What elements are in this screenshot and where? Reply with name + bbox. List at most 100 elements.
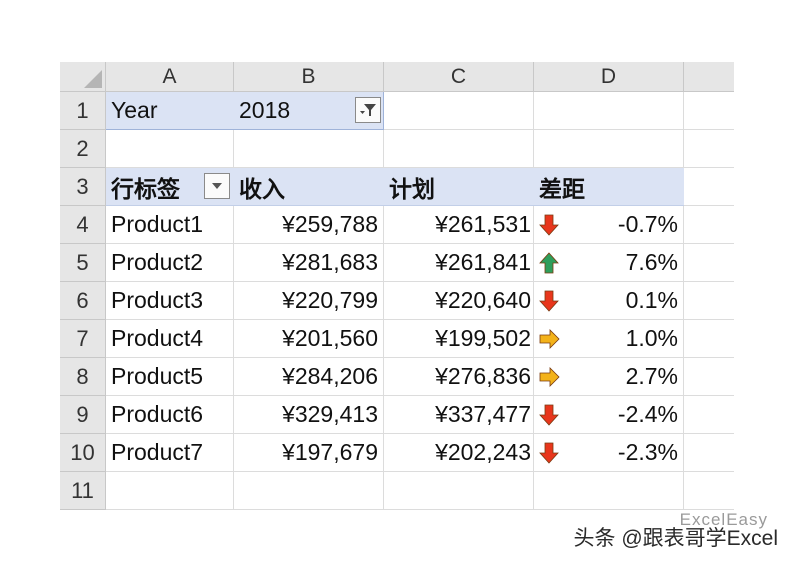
revenue-cell[interactable]: ¥197,679 bbox=[234, 434, 384, 472]
empty-cell[interactable] bbox=[684, 130, 734, 168]
gap-value: -2.4% bbox=[617, 401, 678, 427]
empty-cell[interactable] bbox=[534, 92, 684, 130]
row-labels-text: 行标签 bbox=[111, 175, 180, 202]
product-name-cell[interactable]: Product5 bbox=[106, 358, 234, 396]
empty-cell[interactable] bbox=[234, 472, 384, 510]
product-name-cell[interactable]: Product2 bbox=[106, 244, 234, 282]
empty-cell[interactable] bbox=[684, 168, 734, 206]
empty-cell[interactable] bbox=[684, 282, 734, 320]
table-row: 4 Product1 ¥259,788 ¥261,531 -0.7% bbox=[60, 206, 734, 244]
plan-cell[interactable]: ¥261,531 bbox=[384, 206, 534, 244]
spreadsheet-grid: A B C D 1 Year 2018 2 3 行标签 收入 计划 差距 4 P… bbox=[60, 62, 734, 510]
plan-value: ¥202,243 bbox=[435, 439, 531, 465]
gap-cell[interactable]: 2.7% bbox=[534, 358, 684, 396]
filter-value-cell[interactable]: 2018 bbox=[234, 92, 384, 130]
empty-cell[interactable] bbox=[384, 92, 534, 130]
plan-cell[interactable]: ¥220,640 bbox=[384, 282, 534, 320]
plan-cell[interactable]: ¥261,841 bbox=[384, 244, 534, 282]
empty-cell[interactable] bbox=[106, 472, 234, 510]
product-name-cell[interactable]: Product1 bbox=[106, 206, 234, 244]
filter-value: 2018 bbox=[239, 97, 291, 123]
revenue-cell[interactable]: ¥284,206 bbox=[234, 358, 384, 396]
revenue-header[interactable]: 收入 bbox=[234, 168, 384, 206]
plan-value: ¥199,502 bbox=[435, 325, 531, 351]
gap-cell[interactable]: -0.7% bbox=[534, 206, 684, 244]
revenue-cell[interactable]: ¥281,683 bbox=[234, 244, 384, 282]
row-header-8[interactable]: 8 bbox=[60, 358, 106, 396]
plan-cell[interactable]: ¥276,836 bbox=[384, 358, 534, 396]
table-row: 2 bbox=[60, 130, 734, 168]
empty-cell[interactable] bbox=[234, 130, 384, 168]
empty-cell[interactable] bbox=[534, 130, 684, 168]
arrow-down-red-icon bbox=[534, 441, 560, 465]
select-all-corner[interactable] bbox=[60, 62, 106, 92]
row-header-10[interactable]: 10 bbox=[60, 434, 106, 472]
gap-value: 2.7% bbox=[625, 363, 678, 389]
revenue-cell[interactable]: ¥201,560 bbox=[234, 320, 384, 358]
gap-header[interactable]: 差距 bbox=[534, 168, 684, 206]
column-header-row: A B C D bbox=[60, 62, 734, 92]
empty-cell[interactable] bbox=[684, 396, 734, 434]
product-name-cell[interactable]: Product6 bbox=[106, 396, 234, 434]
row-header-6[interactable]: 6 bbox=[60, 282, 106, 320]
row-header-2[interactable]: 2 bbox=[60, 130, 106, 168]
empty-cell[interactable] bbox=[106, 130, 234, 168]
dropdown-arrow-icon bbox=[212, 183, 222, 189]
plan-cell[interactable]: ¥199,502 bbox=[384, 320, 534, 358]
gap-cell[interactable]: 0.1% bbox=[534, 282, 684, 320]
gap-value: -0.7% bbox=[617, 211, 678, 237]
empty-cell[interactable] bbox=[534, 472, 684, 510]
row-header-4[interactable]: 4 bbox=[60, 206, 106, 244]
empty-cell[interactable] bbox=[684, 92, 734, 130]
plan-header[interactable]: 计划 bbox=[384, 168, 534, 206]
row-header-9[interactable]: 9 bbox=[60, 396, 106, 434]
gap-value: 1.0% bbox=[625, 325, 678, 351]
table-row: 5 Product2 ¥281,683 ¥261,841 7.6% bbox=[60, 244, 734, 282]
column-header-a[interactable]: A bbox=[106, 62, 234, 92]
empty-cell[interactable] bbox=[684, 244, 734, 282]
gap-cell[interactable]: 1.0% bbox=[534, 320, 684, 358]
empty-cell[interactable] bbox=[684, 434, 734, 472]
revenue-cell[interactable]: ¥259,788 bbox=[234, 206, 384, 244]
plan-cell[interactable]: ¥337,477 bbox=[384, 396, 534, 434]
column-header-e[interactable] bbox=[684, 62, 734, 92]
pivot-row-labels-header[interactable]: 行标签 bbox=[106, 168, 234, 206]
empty-cell[interactable] bbox=[684, 206, 734, 244]
plan-cell[interactable]: ¥202,243 bbox=[384, 434, 534, 472]
gap-cell[interactable]: -2.4% bbox=[534, 396, 684, 434]
gap-cell[interactable]: -2.3% bbox=[534, 434, 684, 472]
filter-button[interactable] bbox=[355, 97, 381, 123]
table-row: 1 Year 2018 bbox=[60, 92, 734, 130]
row-header-3[interactable]: 3 bbox=[60, 168, 106, 206]
table-row: 10 Product7 ¥197,679 ¥202,243 -2.3% bbox=[60, 434, 734, 472]
filter-label-cell[interactable]: Year bbox=[106, 92, 234, 130]
table-row: 7 Product4 ¥201,560 ¥199,502 1.0% bbox=[60, 320, 734, 358]
gap-value: 0.1% bbox=[625, 287, 678, 313]
product-name-cell[interactable]: Product4 bbox=[106, 320, 234, 358]
product-name-cell[interactable]: Product7 bbox=[106, 434, 234, 472]
plan-value: ¥276,836 bbox=[435, 363, 531, 389]
table-row: 9 Product6 ¥329,413 ¥337,477 -2.4% bbox=[60, 396, 734, 434]
pivot-data-rows: 4 Product1 ¥259,788 ¥261,531 -0.7% 5 Product2 ¥… bbox=[60, 206, 734, 472]
row-labels-dropdown-button[interactable] bbox=[204, 173, 230, 199]
empty-cell[interactable] bbox=[684, 358, 734, 396]
empty-cell[interactable] bbox=[684, 320, 734, 358]
column-header-c[interactable]: C bbox=[384, 62, 534, 92]
row-header-1[interactable]: 1 bbox=[60, 92, 106, 130]
empty-cell[interactable] bbox=[384, 130, 534, 168]
column-header-b[interactable]: B bbox=[234, 62, 384, 92]
gap-cell[interactable]: 7.6% bbox=[534, 244, 684, 282]
table-row: 3 行标签 收入 计划 差距 bbox=[60, 168, 734, 206]
revenue-cell[interactable]: ¥220,799 bbox=[234, 282, 384, 320]
revenue-cell[interactable]: ¥329,413 bbox=[234, 396, 384, 434]
column-header-d[interactable]: D bbox=[534, 62, 684, 92]
product-name-cell[interactable]: Product3 bbox=[106, 282, 234, 320]
arrow-right-yellow-icon bbox=[534, 365, 560, 389]
row-header-5[interactable]: 5 bbox=[60, 244, 106, 282]
row-header-7[interactable]: 7 bbox=[60, 320, 106, 358]
arrow-down-red-icon bbox=[534, 213, 560, 237]
empty-cell[interactable] bbox=[384, 472, 534, 510]
row-header-11[interactable]: 11 bbox=[60, 472, 106, 510]
arrow-right-yellow-icon bbox=[534, 327, 560, 351]
empty-cell[interactable] bbox=[684, 472, 734, 510]
